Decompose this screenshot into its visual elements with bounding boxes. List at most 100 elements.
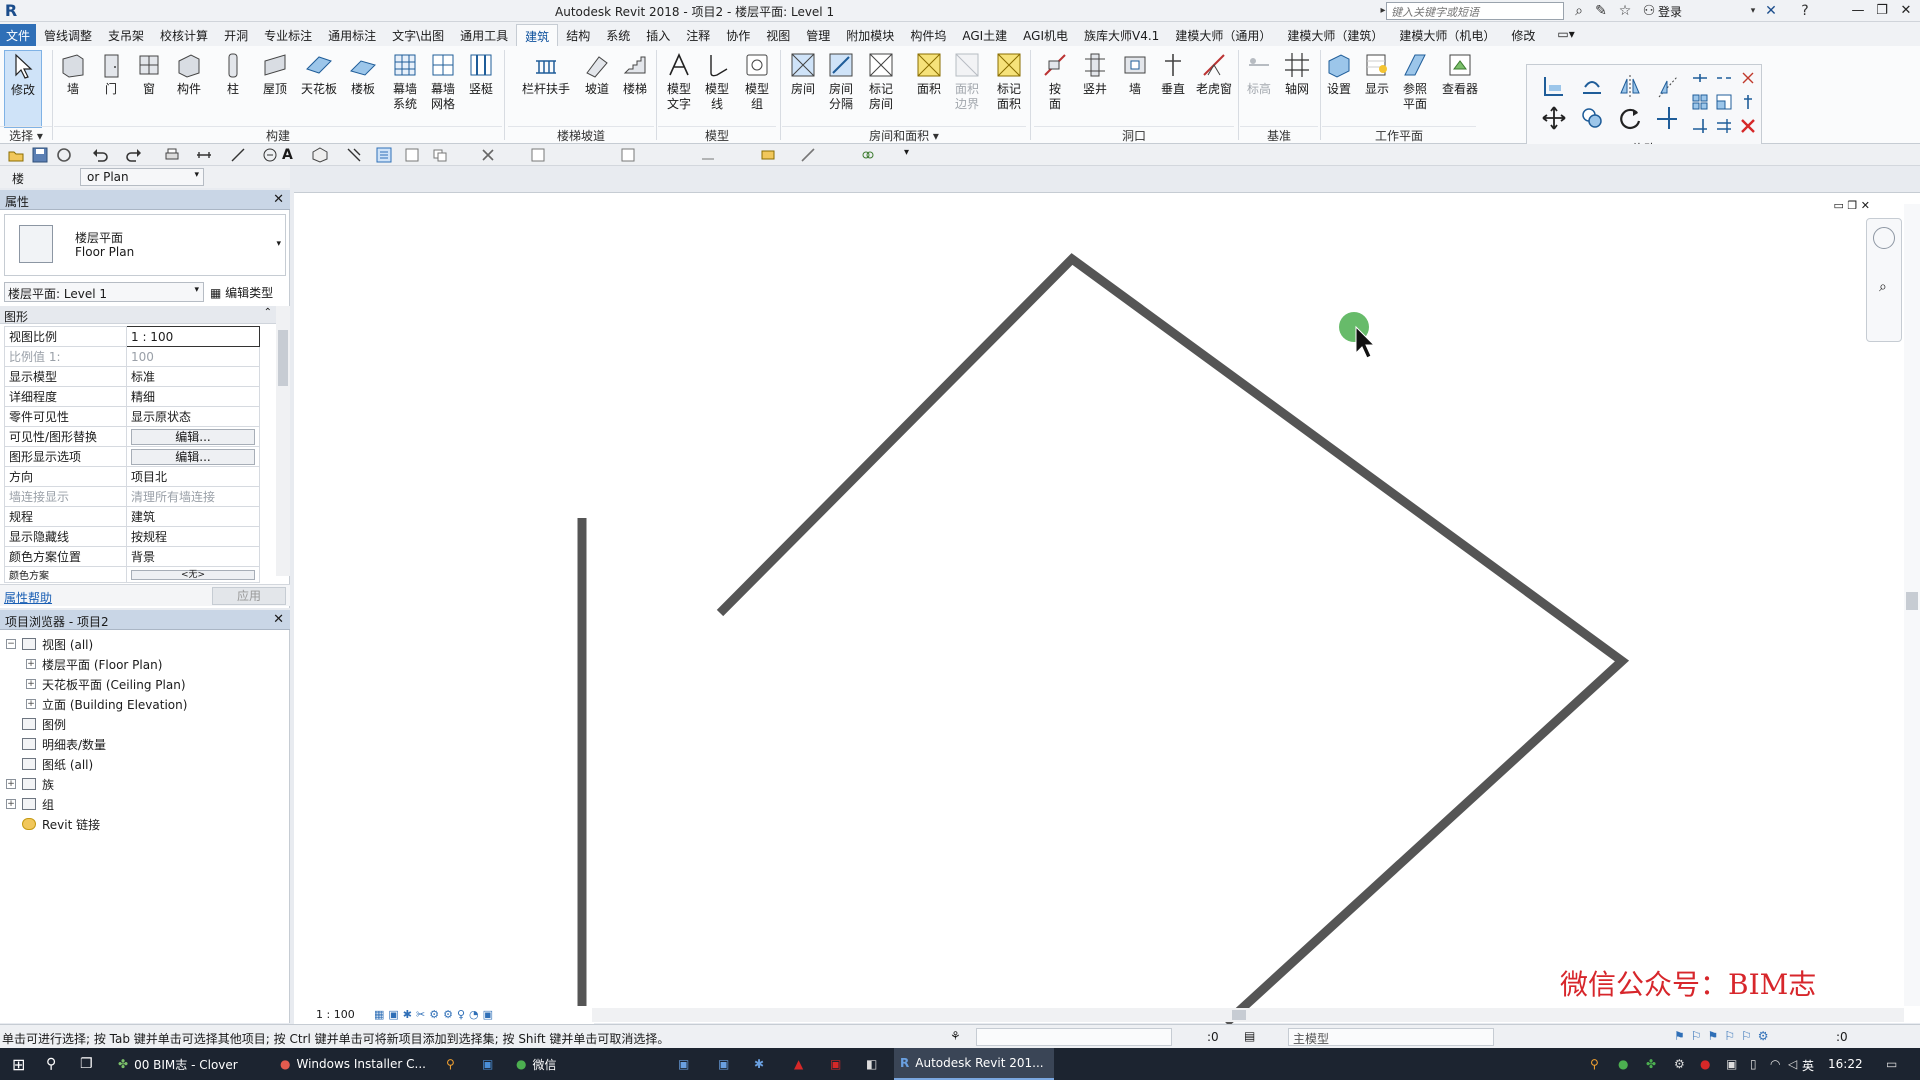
- tab-architecture[interactable]: 建筑: [516, 24, 559, 46]
- battery-icon[interactable]: ▯: [1744, 1048, 1763, 1080]
- shaft-button[interactable]: 竖井: [1076, 50, 1114, 128]
- tab-view[interactable]: 视图: [758, 24, 798, 46]
- trim-extend-icon[interactable]: [1655, 105, 1681, 131]
- taskbar-item-clover[interactable]: ✤ 00 BIM志 - Clover: [112, 1048, 272, 1080]
- by-face-button[interactable]: 按面: [1036, 50, 1074, 128]
- design-options-icon[interactable]: ▤: [1244, 1029, 1255, 1043]
- tab-check-calc[interactable]: 校核计算: [152, 24, 216, 46]
- ceiling-button[interactable]: 天花板: [300, 50, 338, 128]
- tag-area-button[interactable]: 标记 面积: [990, 50, 1028, 128]
- clock[interactable]: 16:22: [1828, 1057, 1863, 1071]
- modify-button[interactable]: 修改: [4, 50, 42, 128]
- tab-modify[interactable]: 修改: [1503, 24, 1543, 46]
- ramp-button[interactable]: 坡道: [578, 50, 616, 128]
- window-button[interactable]: 窗: [130, 50, 168, 128]
- ref-plane-button[interactable]: 参照 平面: [1396, 50, 1434, 128]
- grid-button[interactable]: 轴网: [1278, 50, 1316, 128]
- pin-icon[interactable]: [1739, 93, 1757, 111]
- tray-icon[interactable]: ●: [1612, 1048, 1634, 1080]
- group-select-label[interactable]: 选择 ▾: [0, 126, 52, 143]
- model-text-button[interactable]: 模型 文字: [660, 50, 698, 128]
- trim-multiple-icon[interactable]: [1715, 117, 1733, 135]
- tab-insert[interactable]: 插入: [638, 24, 678, 46]
- print-icon[interactable]: [164, 147, 180, 163]
- open-folder-icon[interactable]: [8, 147, 24, 163]
- mullion-button[interactable]: 竖梃: [462, 50, 500, 128]
- model-line-button[interactable]: 模型线: [698, 50, 736, 128]
- color-scheme-button[interactable]: <无>: [131, 569, 255, 580]
- sync-icon[interactable]: [56, 147, 72, 163]
- tab-hangers[interactable]: 支吊架: [100, 24, 152, 46]
- tab-modeling-arch[interactable]: 建模大师（建筑）: [1279, 24, 1391, 46]
- dormer-button[interactable]: 老虎窗: [1192, 50, 1236, 128]
- tree-item-elevation[interactable]: + 立面 (Building Elevation): [0, 694, 290, 714]
- login-button[interactable]: 登录: [1658, 3, 1682, 20]
- pinned-app-icon[interactable]: ▣: [672, 1048, 695, 1080]
- tab-general-annotation[interactable]: 通用标注: [320, 24, 384, 46]
- tree-item-revit-links[interactable]: Revit 链接: [0, 814, 290, 834]
- pinned-app-icon[interactable]: ⚲: [440, 1048, 461, 1080]
- tree-item-families[interactable]: + 族: [0, 774, 290, 794]
- save-icon[interactable]: [32, 147, 48, 163]
- room-separator-button[interactable]: 房间 分隔: [822, 50, 860, 128]
- tab-collaborate[interactable]: 协作: [718, 24, 758, 46]
- wall-opening-button[interactable]: 墙: [1116, 50, 1154, 128]
- type-selector-dropdown[interactable]: or Plan ▾: [80, 168, 204, 186]
- tab-structure[interactable]: 结构: [558, 24, 598, 46]
- category-graphics[interactable]: 图形 ⌃: [0, 306, 276, 324]
- view-scale-input[interactable]: 1 : 100: [126, 326, 260, 347]
- taskbar-item-installer[interactable]: ● Windows Installer C...: [274, 1048, 434, 1080]
- tab-modeling-mep[interactable]: 建模大师（机电）: [1391, 24, 1503, 46]
- tray-icon[interactable]: ●: [1694, 1048, 1716, 1080]
- close-hidden-icon[interactable]: [404, 147, 420, 163]
- tray-icon[interactable]: ✤: [1640, 1048, 1662, 1080]
- volume-icon[interactable]: ◁: [1782, 1048, 1803, 1080]
- area-boundary-button[interactable]: 面积 边界: [948, 50, 986, 128]
- vertical-opening-button[interactable]: 垂直: [1154, 50, 1192, 128]
- copy-icon[interactable]: [1579, 105, 1605, 131]
- align-dims-icon[interactable]: [700, 147, 716, 163]
- pinned-app-icon[interactable]: ▣: [824, 1048, 847, 1080]
- minimize-button[interactable]: —: [1846, 2, 1870, 20]
- tab-file[interactable]: 文件: [0, 24, 37, 46]
- tag-room-button[interactable]: 标记 房间: [862, 50, 900, 128]
- wall[interactable]: [716, 253, 1630, 1024]
- taskbar-item-revit[interactable]: R Autodesk Revit 201...: [894, 1048, 1054, 1080]
- trim-single-icon[interactable]: [1691, 117, 1709, 135]
- edit-type-button[interactable]: ▦ 编辑类型: [210, 284, 273, 301]
- tree-item-floor-plan[interactable]: + 楼层平面 (Floor Plan): [0, 654, 290, 674]
- tab-family-library[interactable]: 族库大师V4.1: [1076, 24, 1167, 46]
- chevron-down-icon[interactable]: ▾: [1744, 2, 1762, 20]
- switch-windows-icon[interactable]: [432, 147, 448, 163]
- view-scale-control[interactable]: 1 : 100: [316, 1008, 355, 1021]
- worksets-icon[interactable]: ⚘: [950, 1029, 961, 1043]
- undo-icon[interactable]: [92, 147, 108, 163]
- move-icon[interactable]: [1541, 105, 1567, 131]
- vg-edit-button[interactable]: 编辑...: [131, 428, 255, 445]
- tab-manage[interactable]: 管理: [798, 24, 838, 46]
- column-button[interactable]: 柱: [214, 50, 252, 128]
- mirror-draw-icon[interactable]: [1655, 73, 1681, 99]
- tab-component-dock[interactable]: 构件坞: [902, 24, 954, 46]
- rotate-icon[interactable]: [1617, 105, 1643, 131]
- delete-icon[interactable]: [1739, 117, 1757, 135]
- pinned-app-icon[interactable]: ▣: [476, 1048, 499, 1080]
- scale-icon[interactable]: [1715, 93, 1733, 111]
- task-view-icon[interactable]: ❐: [74, 1048, 99, 1080]
- roof-button[interactable]: 屋顶: [256, 50, 294, 128]
- floor-button[interactable]: 楼板: [344, 50, 382, 128]
- tree-item-views[interactable]: − 视图 (all): [0, 634, 290, 654]
- selection-filter-count[interactable]: :0: [1836, 1030, 1848, 1044]
- help-icon[interactable]: ?: [1796, 2, 1814, 20]
- tree-item-groups[interactable]: + 组: [0, 794, 290, 814]
- tree-item-ceiling-plan[interactable]: + 天花板平面 (Ceiling Plan): [0, 674, 290, 694]
- workset-dropdown[interactable]: [976, 1028, 1172, 1046]
- model-group-button[interactable]: 模型组: [738, 50, 776, 128]
- tree-item-sheets[interactable]: 图纸 (all): [0, 754, 290, 774]
- close-icon[interactable]: ✕: [273, 612, 284, 627]
- autodesk-exchange-icon[interactable]: ✕: [1762, 2, 1780, 20]
- tray-icon[interactable]: ⚲: [1584, 1048, 1605, 1080]
- group-room-area-label[interactable]: 房间和面积 ▾: [782, 126, 1026, 143]
- wall-button[interactable]: 墙: [54, 50, 92, 128]
- tray-icon[interactable]: ⚙: [1668, 1048, 1691, 1080]
